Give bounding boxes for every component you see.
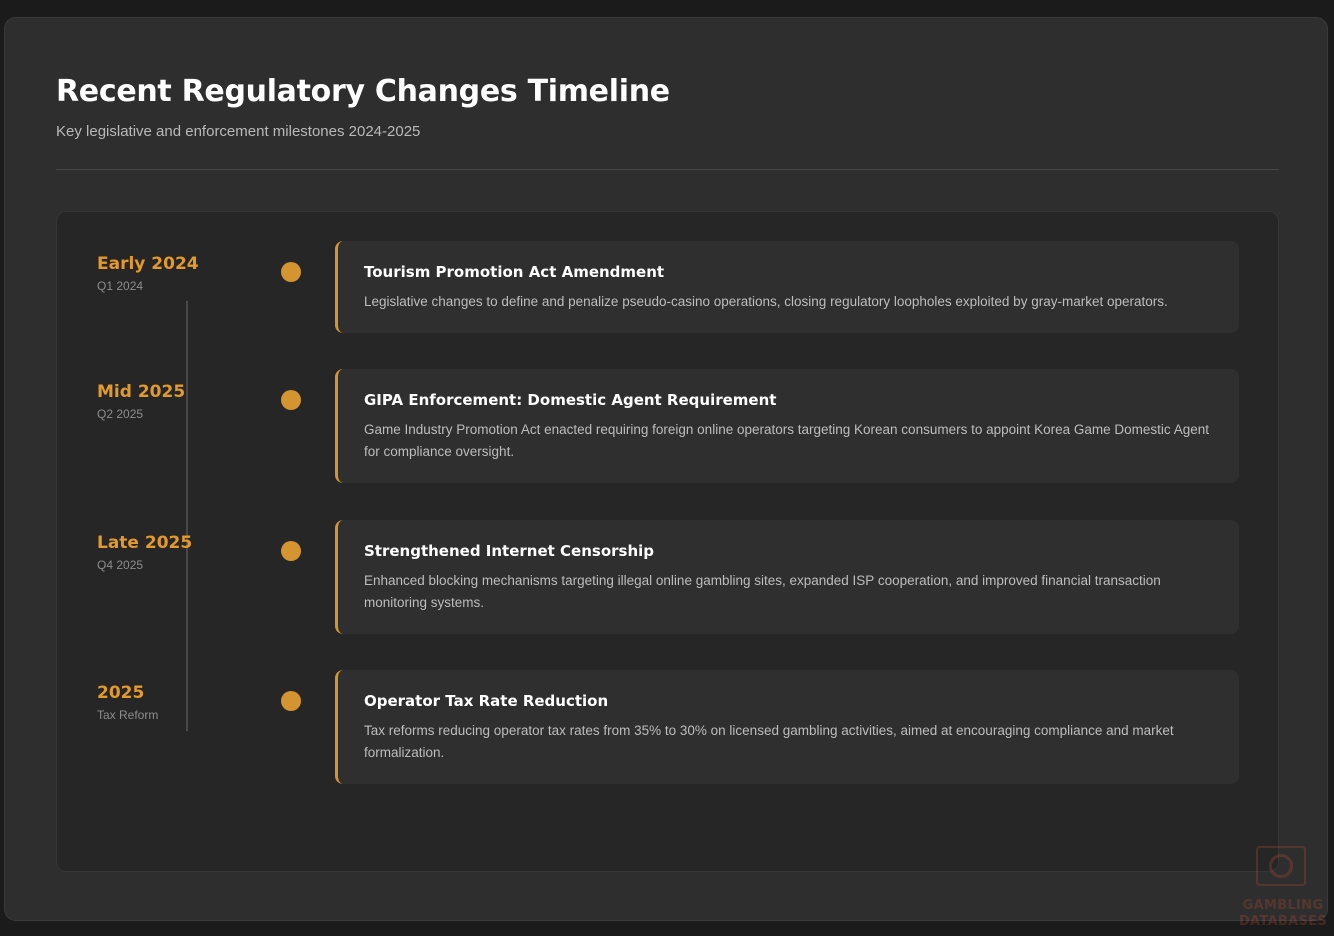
event-description: Game Industry Promotion Act enacted requ…: [364, 422, 1209, 459]
timeline-date: Early 2024 Q1 2024: [97, 252, 267, 294]
timeline-date-label: Early 2024: [97, 254, 199, 274]
event-description: Tax reforms reducing operator tax rates …: [364, 723, 1174, 760]
poker-chip-icon: [1256, 846, 1306, 886]
watermark-text-line1: GAMBLING: [1242, 898, 1324, 913]
page-title: Recent Regulatory Changes Timeline: [56, 74, 670, 109]
timeline-date: Late 2025 Q4 2025: [97, 531, 267, 573]
timeline-period-label: Tax Reform: [97, 708, 159, 722]
timeline-date-label: Late 2025: [97, 533, 193, 553]
event-title: Tourism Promotion Act Amendment: [364, 263, 665, 281]
event-title: Strengthened Internet Censorship: [364, 542, 655, 560]
watermark-text-line2: DATABASES: [1238, 914, 1328, 929]
timeline-axis-line: [186, 301, 188, 731]
timeline-date: 2025 Tax Reform: [97, 681, 267, 723]
timeline-period-label: Q4 2025: [97, 558, 144, 572]
timeline-period-label: Q1 2024: [97, 279, 144, 293]
timeline-period-label: Q2 2025: [97, 407, 144, 421]
timeline-panel: Early 2024 Q1 2024 Tourism Promotion Act…: [56, 211, 1279, 872]
gambling-databases-watermark: GAMBLING DATABASES: [1236, 846, 1330, 934]
header-divider: [56, 169, 1279, 170]
event-description: Legislative changes to define and penali…: [364, 294, 1168, 309]
timeline-marker-dot: [281, 691, 301, 711]
timeline-marker-dot: [281, 390, 301, 410]
event-title: GIPA Enforcement: Domestic Agent Require…: [364, 391, 777, 409]
event-title: Operator Tax Rate Reduction: [364, 692, 609, 710]
timeline-event-card: Tourism Promotion Act Amendment Legislat…: [335, 241, 1239, 333]
timeline-marker-dot: [281, 262, 301, 282]
page-subtitle: Key legislative and enforcement mileston…: [56, 123, 421, 140]
timeline-container: Recent Regulatory Changes Timeline Key l…: [4, 17, 1328, 921]
timeline-date-label: Mid 2025: [97, 382, 186, 402]
timeline-event-card: Strengthened Internet Censorship Enhance…: [335, 520, 1239, 634]
timeline-event-card: Operator Tax Rate Reduction Tax reforms …: [335, 670, 1239, 784]
timeline-marker-dot: [281, 541, 301, 561]
event-description: Enhanced blocking mechanisms targeting i…: [364, 573, 1161, 610]
timeline-event-card: GIPA Enforcement: Domestic Agent Require…: [335, 369, 1239, 483]
timeline-date-label: 2025: [97, 683, 145, 703]
timeline-date: Mid 2025 Q2 2025: [97, 380, 267, 422]
